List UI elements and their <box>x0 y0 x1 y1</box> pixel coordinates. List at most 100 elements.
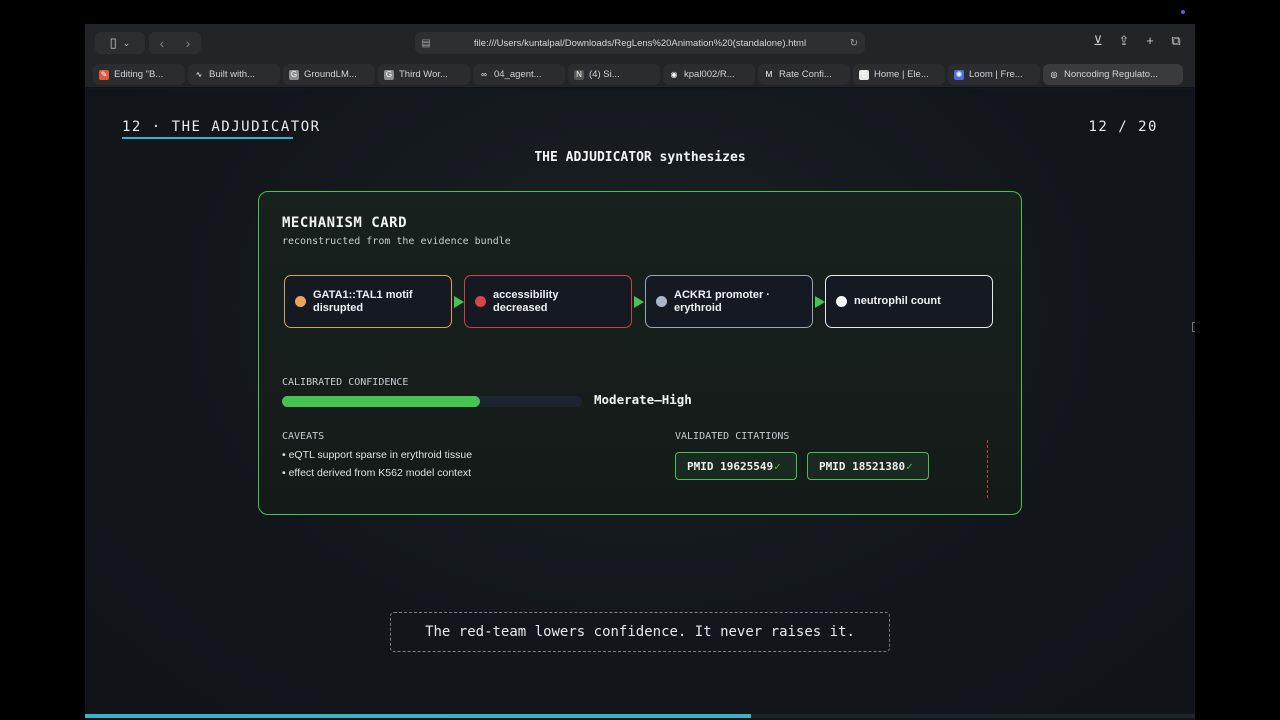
caveat-item: • eQTL support sparse in erythroid tissu… <box>282 449 473 461</box>
window-edge-marker <box>1192 322 1195 332</box>
confidence-bar <box>282 396 582 407</box>
caveats-label: CAVEATS <box>282 431 325 442</box>
node-dot-icon <box>295 296 306 307</box>
tab-label: Loom | Fre... <box>969 69 1023 80</box>
node-dot-icon <box>836 296 847 307</box>
flow-arrow-icon <box>454 296 464 308</box>
tab-favicon-icon: ∿ <box>194 69 204 80</box>
check-icon: ✓ <box>774 459 781 473</box>
tab-label: Third Wor... <box>399 69 448 80</box>
chevron-down-icon: ⌄ <box>122 37 131 48</box>
share-icon[interactable]: ⇪ <box>1117 33 1131 49</box>
tab-favicon-icon: ∞ <box>479 69 489 80</box>
slide-label-underline <box>122 137 293 139</box>
forward-icon[interactable]: › <box>186 35 191 51</box>
tab-list: ✎ Editing "B... ∿ Built with... G GroundLM...… <box>93 64 1183 85</box>
reload-icon[interactable]: ↻ <box>843 38 865 49</box>
browser-tab[interactable]: ∞ 04_agent... <box>473 64 565 85</box>
node-label-line: neutrophil count <box>854 295 941 307</box>
sidebar-icon: ▯ <box>109 35 117 50</box>
new-tab-icon[interactable]: + <box>1143 33 1157 49</box>
citation-badge[interactable]: PMID 18521380 ✓ <box>807 452 929 480</box>
sidebar-toggle-button[interactable]: ▯ ⌄ <box>95 32 145 54</box>
tab-favicon-icon: G <box>384 69 394 80</box>
node-label-line: decreased <box>493 301 548 314</box>
tab-label: 04_agent... <box>494 69 542 80</box>
node-label-line: ACKR1 promoter · <box>674 288 770 301</box>
caveat-item: • effect derived from K562 model context <box>282 467 472 479</box>
node-label-line: disrupted <box>313 301 364 314</box>
citation-badge[interactable]: PMID 19625549 ✓ <box>675 452 797 480</box>
tab-label: Editing "B... <box>114 69 164 80</box>
download-icon[interactable]: ⊻ <box>1091 33 1105 49</box>
corner-indicator <box>1181 10 1185 14</box>
slide-label: 12 · THE ADJUDICATOR <box>122 119 321 135</box>
slide-progress-bar <box>85 714 1195 718</box>
node-label: GATA1::TAL1 motif disrupted <box>313 289 413 315</box>
browser-tab[interactable]: ◉ kpal002/R... <box>663 64 755 85</box>
flow-arrow-icon <box>634 296 644 308</box>
tagline-box: The red-team lowers confidence. It never… <box>390 612 890 652</box>
page-settings-icon[interactable]: ▤ <box>415 38 437 49</box>
citation-text: PMID 19625549 <box>687 459 774 473</box>
tab-label: (4) Si... <box>589 69 620 80</box>
tab-label: GroundLM... <box>304 69 357 80</box>
browser-tab[interactable]: G Third Wor... <box>378 64 470 85</box>
slide-progress-fill <box>85 714 751 718</box>
tab-overview-icon[interactable]: ⧉ <box>1169 33 1183 49</box>
browser-window: ▯ ⌄ ‹ › ▤ file:///Users/kuntalpal/Downlo… <box>85 24 1195 720</box>
node-label: neutrophil count <box>854 295 941 308</box>
red-dashed-marker <box>987 440 988 498</box>
browser-tab[interactable]: E Home | Ele... <box>853 64 945 85</box>
mechanism-node: GATA1::TAL1 motif disrupted <box>284 275 452 328</box>
confidence-label: CALIBRATED CONFIDENCE <box>282 377 409 388</box>
tab-favicon-icon: ✎ <box>99 69 109 80</box>
node-dot-icon <box>475 296 486 307</box>
tab-favicon-icon: ◉ <box>669 69 679 80</box>
tab-favicon-icon: E <box>859 69 869 80</box>
browser-tab[interactable]: N (4) Si... <box>568 64 660 85</box>
tab-label: kpal002/R... <box>684 69 735 80</box>
check-icon: ✓ <box>906 459 913 473</box>
tab-label: Noncoding Regulato... <box>1064 69 1159 80</box>
flow-arrow-icon <box>815 296 825 308</box>
node-label-line: erythroid <box>674 301 722 314</box>
citation-text: PMID 18521380 <box>819 459 906 473</box>
node-label-line: GATA1::TAL1 motif <box>313 288 413 301</box>
node-label: accessibility decreased <box>493 289 558 315</box>
browser-actions: ⊻ ⇪ + ⧉ <box>1091 33 1183 49</box>
tab-label: Built with... <box>209 69 255 80</box>
tab-favicon-icon: G <box>289 69 299 80</box>
browser-tab[interactable]: ✎ Editing "B... <box>93 64 185 85</box>
slide-headline: THE ADJUDICATOR synthesizes <box>534 150 746 165</box>
mechanism-node: accessibility decreased <box>464 275 632 328</box>
slide-counter: 12 / 20 <box>1088 119 1158 135</box>
url-text: file:///Users/kuntalpal/Downloads/RegLen… <box>473 37 807 49</box>
node-label-line: accessibility <box>493 288 559 301</box>
node-label: ACKR1 promoter · erythroid <box>674 289 770 315</box>
navigation-buttons: ‹ › <box>149 32 201 54</box>
mechanism-node: neutrophil count <box>825 275 993 328</box>
confidence-bar-fill <box>282 396 480 407</box>
confidence-value: Moderate–High <box>594 392 692 407</box>
card-subtitle: reconstructed from the evidence bundle <box>282 236 511 247</box>
slide-content: 12 · THE ADJUDICATOR 12 / 20 THE ADJUDIC… <box>85 89 1195 720</box>
browser-tab[interactable]: G GroundLM... <box>283 64 375 85</box>
browser-tab[interactable]: ◎ Noncoding Regulato... <box>1043 64 1183 85</box>
browser-tab[interactable]: ✺ Loom | Fre... <box>948 64 1040 85</box>
address-bar[interactable]: ▤ file:///Users/kuntalpal/Downloads/RegL… <box>415 32 865 54</box>
mechanism-card: MECHANISM CARD reconstructed from the ev… <box>258 191 1022 515</box>
card-title: MECHANISM CARD <box>282 215 408 231</box>
tab-favicon-icon: M <box>764 69 774 80</box>
citations-label: VALIDATED CITATIONS <box>675 431 790 442</box>
mechanism-node: ACKR1 promoter · erythroid <box>645 275 813 328</box>
tab-favicon-icon: ◎ <box>1049 69 1059 80</box>
browser-toolbar: ▯ ⌄ ‹ › ▤ file:///Users/kuntalpal/Downlo… <box>85 24 1195 62</box>
tab-favicon-icon: ✺ <box>954 69 964 80</box>
tab-favicon-icon: N <box>574 69 584 80</box>
node-dot-icon <box>656 296 667 307</box>
browser-tab[interactable]: ∿ Built with... <box>188 64 280 85</box>
browser-tab[interactable]: M Rate Confi... <box>758 64 850 85</box>
tab-label: Home | Ele... <box>874 69 929 80</box>
back-icon[interactable]: ‹ <box>160 35 165 51</box>
